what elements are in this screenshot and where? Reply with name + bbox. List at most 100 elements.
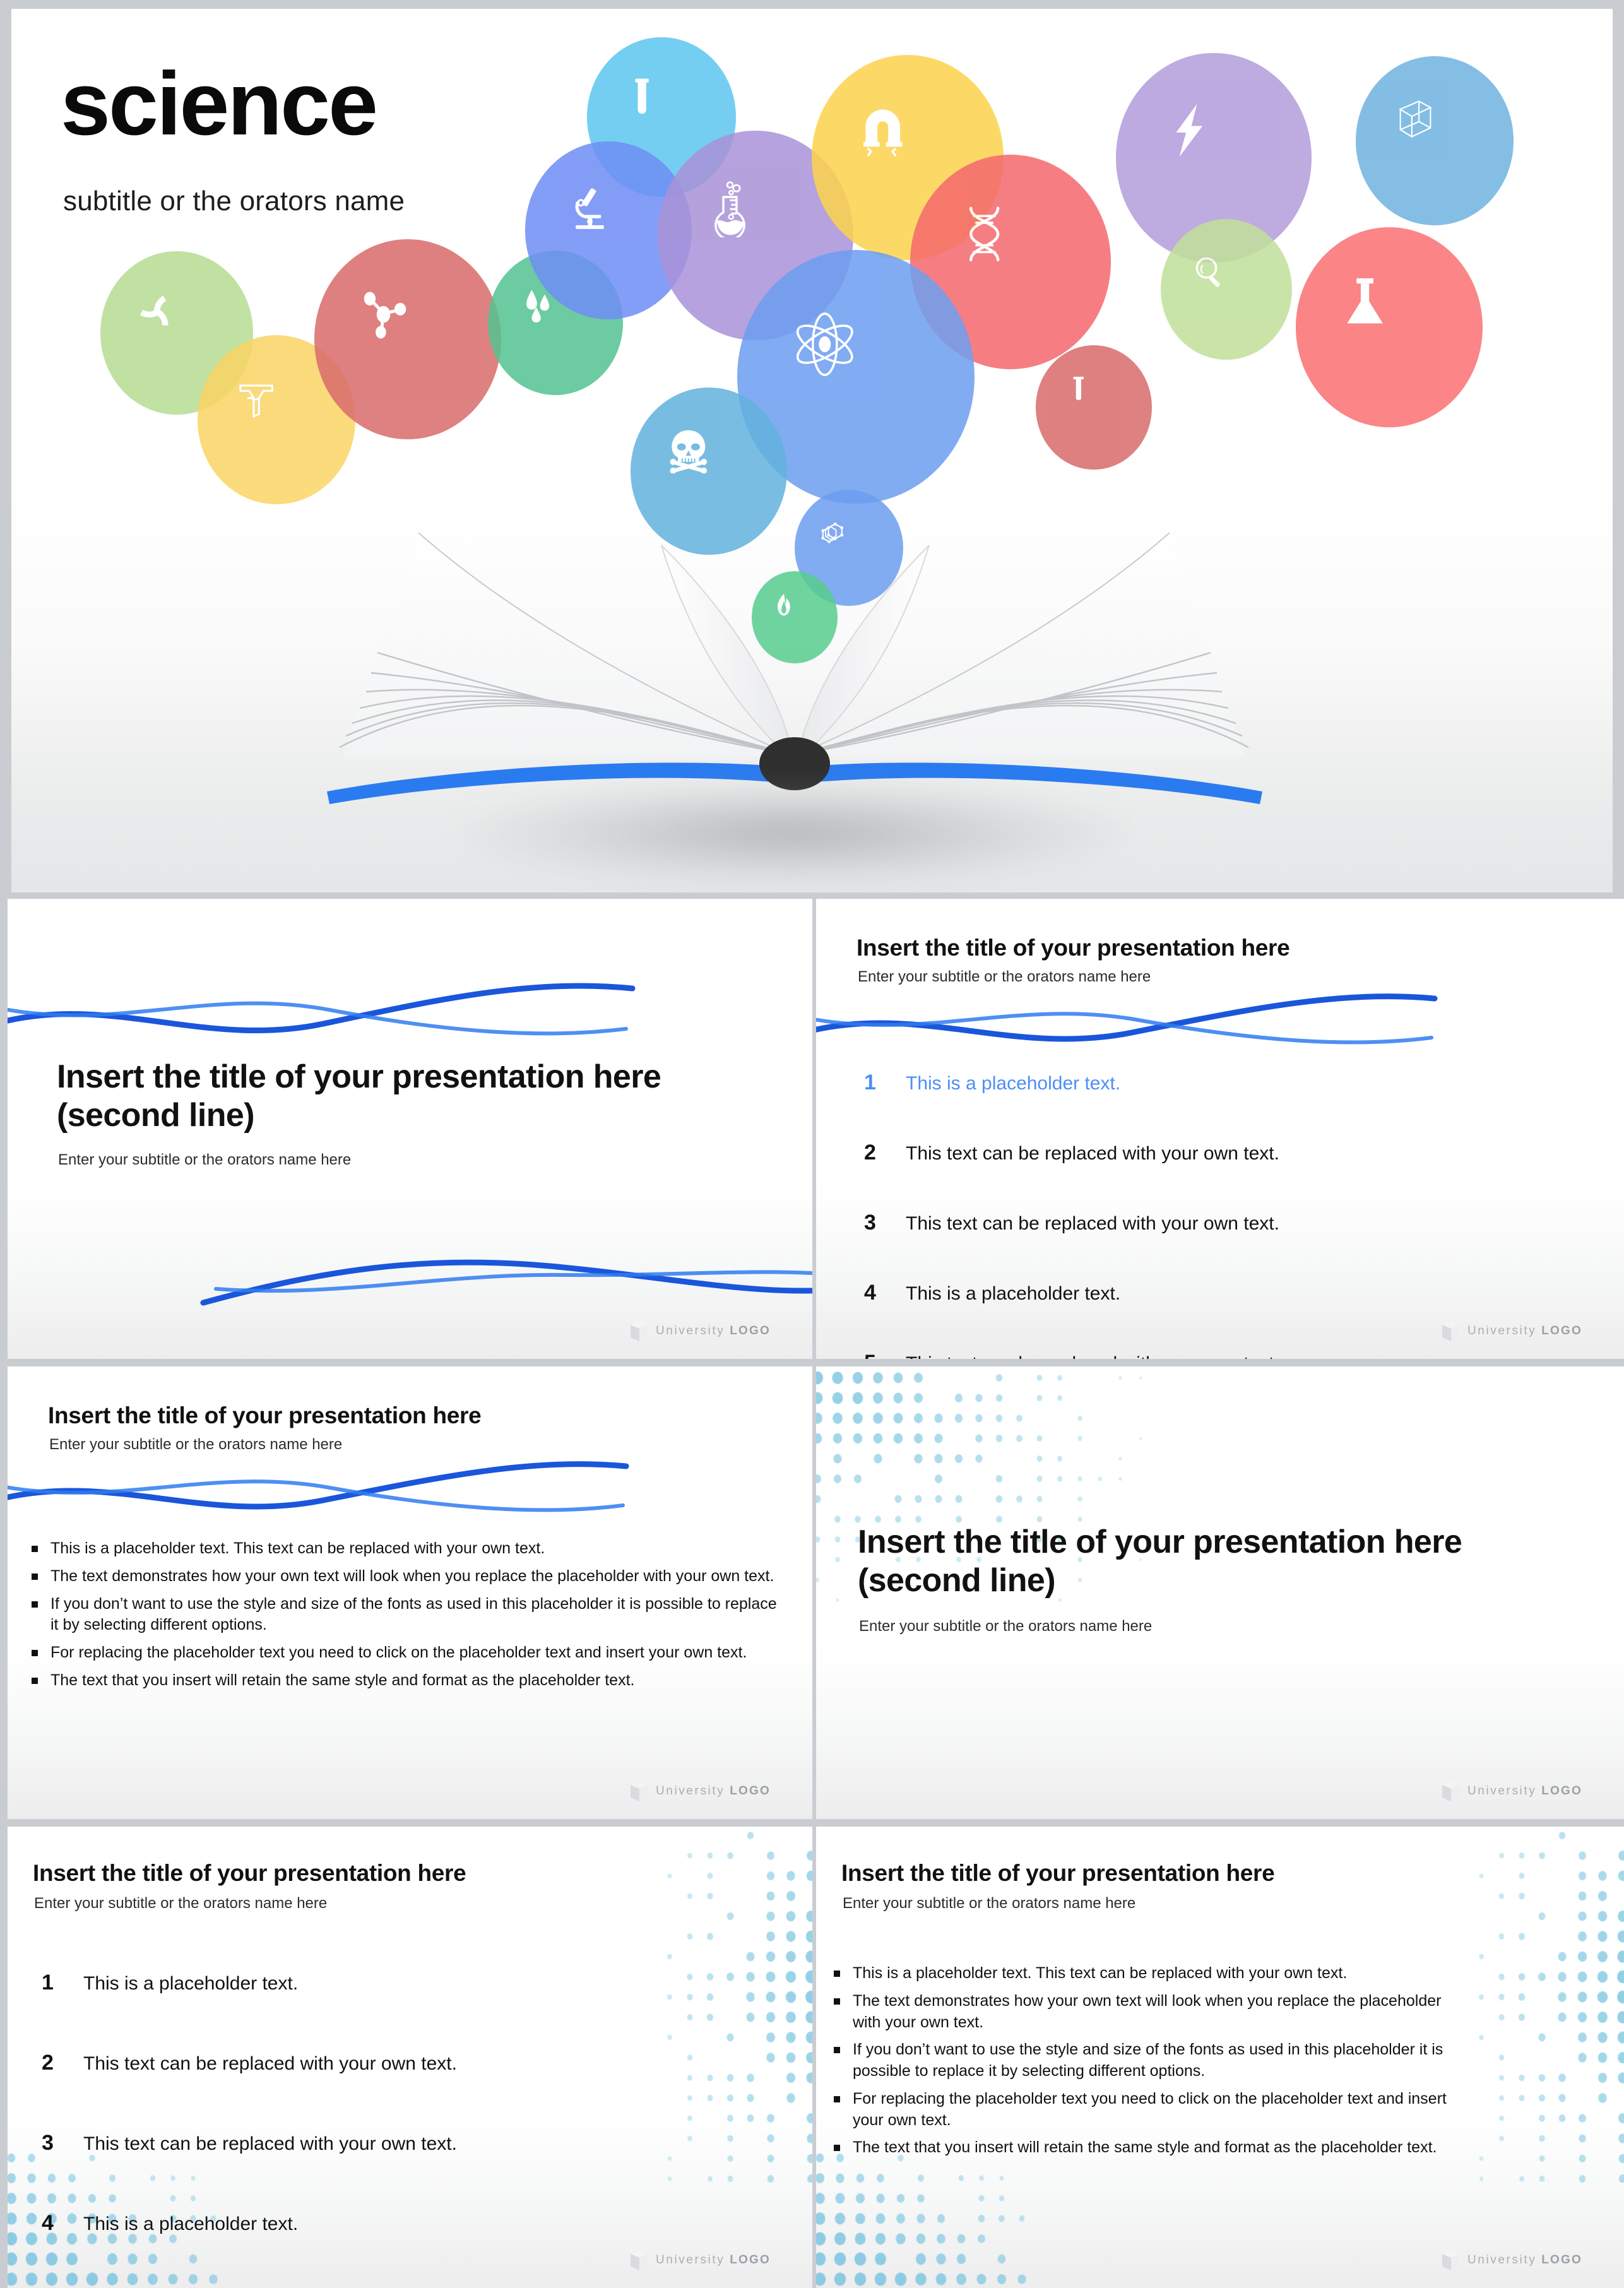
atom-icon [791, 309, 920, 446]
list-item-text: This text can be replaced with your own … [906, 1143, 1279, 1164]
list-item-text: This text can be replaced with your own … [83, 2053, 457, 2074]
bullet-text: The text that you insert will retain the… [853, 2138, 1437, 2157]
cube-logo-icon [1442, 1321, 1459, 1341]
list-number: 4 [864, 1281, 876, 1305]
slide-subtitle: Enter your subtitle or the orators name … [34, 1895, 328, 1912]
presentation-template-sheet: science subtitle or the orators name Ins… [0, 0, 1624, 2288]
open-book-illustration [283, 507, 1305, 886]
erlenmeyer-icon [1339, 273, 1440, 381]
numbered-list-item: 5This text can be replaced with your own… [864, 1351, 1558, 1359]
bullet-list-item: If you don’t want to use the style and s… [32, 1594, 783, 1637]
logo-text: University LOGO [655, 1324, 771, 1337]
list-number: 2 [864, 1141, 876, 1165]
benzene-icon [820, 516, 879, 579]
thermometer-icon [1062, 374, 1125, 441]
list-number: 3 [864, 1211, 876, 1235]
university-logo: University LOGO [628, 1779, 771, 1804]
slide-title-line2: (second line) [858, 1562, 1056, 1599]
slide-subtitle: Enter your subtitle or the orators name … [859, 1618, 1153, 1635]
hero-title: science [61, 54, 378, 154]
logo-text: University LOGO [655, 2253, 771, 2267]
bubble-skull-icon [631, 388, 787, 555]
bullet-list-item: The text that you insert will retain the… [32, 1670, 783, 1692]
numbered-list-item: 4 This is a placeholder text. [864, 1281, 1558, 1305]
numbered-list-item: 3 This text can be replaced with your own… [42, 2131, 711, 2155]
university-logo: University LOGO [1440, 2248, 1582, 2273]
university-logo: University LOGO [628, 2248, 771, 2273]
halftone-dots-right [1475, 1829, 1624, 2183]
bullet-text: The text demonstrates how your own text … [853, 1991, 1442, 2031]
bubble-cube-wireframe-icon [1356, 56, 1514, 225]
bubble-thermometer-icon [1036, 345, 1152, 470]
cube-logo-icon [1442, 2250, 1459, 2270]
slide-subtitle: Enter your subtitle or the orators name … [858, 968, 1151, 985]
bullet-square-icon [834, 1971, 853, 1977]
cube-logo-icon [1442, 1781, 1459, 1801]
funnel-icon [234, 374, 319, 465]
bubble-magnifier-icon [1161, 219, 1292, 360]
magnifier-icon [1191, 251, 1262, 327]
slide-subtitle: Enter your subtitle or the orators name … [843, 1895, 1136, 1912]
list-number: 3 [42, 2131, 54, 2155]
bullet-list-item: For replacing the placeholder text you n… [834, 2089, 1465, 2131]
slide-grid: Insert the title of your presentation he… [0, 899, 1624, 2288]
slide-title: Insert the title of your presentation he… [856, 935, 1290, 961]
bubble-flame-icon [752, 571, 838, 663]
slide-title: Insert the title of your presentation he… [33, 1860, 466, 1886]
bullet-list-item: This is a placeholder text. This text ca… [834, 1963, 1465, 1984]
slide-title: Insert the title of your presentation he… [48, 1402, 482, 1428]
list-item-text: This text can be replaced with your own … [906, 1353, 1279, 1359]
slide-numbered-five[interactable]: Insert the title of your presentation he… [812, 899, 1624, 1359]
bullet-text: This is a placeholder text. This text ca… [853, 1964, 1348, 1982]
slide-title-line1: Insert the title of your presentation he… [57, 1058, 661, 1095]
slide-title-line1: Insert the title of your presentation he… [858, 1524, 1462, 1560]
list-number: 4 [42, 2211, 54, 2235]
slide-numbered-four[interactable]: Insert the title of your presentation he… [0, 1819, 812, 2288]
cube-logo-icon [630, 2250, 647, 2270]
numbered-list-item: 2 This text can be replaced with your own… [864, 1141, 1558, 1165]
bullet-list: This is a placeholder text. This text ca… [834, 1963, 1465, 2165]
radioactive-icon [136, 289, 218, 377]
slide-bullets-waves[interactable]: Insert the title of your presentation he… [0, 1359, 812, 1819]
numbered-list-item: 4 This is a placeholder text. [42, 2211, 711, 2236]
bullet-square-icon [32, 1601, 50, 1608]
bullet-list-item: The text demonstrates how your own text … [834, 1991, 1465, 2034]
bullet-square-icon [32, 1650, 50, 1656]
cube-logo-icon [630, 1321, 647, 1341]
numbered-list-item: 2 This text can be replaced with your own… [42, 2051, 711, 2075]
flame-icon [771, 592, 817, 642]
numbered-list-item: 3 This text can be replaced with your own… [864, 1211, 1558, 1235]
list-item-text: This is a placeholder text. [906, 1073, 1121, 1094]
microscope-icon [564, 182, 654, 279]
bubble-erlenmeyer-icon [1296, 227, 1483, 427]
slide-bullets-dots[interactable]: Insert the title of your presentation he… [812, 1819, 1624, 2288]
halftone-dots-bottomleft [816, 2152, 1028, 2288]
bullet-square-icon [834, 2145, 853, 2152]
wave-decoration [8, 1461, 629, 1512]
logo-text: University LOGO [1467, 1324, 1582, 1337]
list-number: 1 [864, 1070, 876, 1094]
slide-title: Insert the title of your presentation he… [57, 1058, 663, 1135]
numbered-list-item: 1 This is a placeholder text. [42, 1971, 711, 1995]
hero-slide[interactable]: science subtitle or the orators name [11, 9, 1613, 892]
university-logo: University LOGO [628, 1319, 771, 1344]
slide-title-waves[interactable]: Insert the title of your presentation he… [0, 899, 812, 1359]
cube-logo-icon [630, 1781, 647, 1801]
bullet-text: This is a placeholder text. This text ca… [50, 1539, 545, 1557]
slide-title-line2: (second line) [57, 1097, 255, 1134]
lightning-icon [1161, 101, 1266, 214]
book-shadow [453, 779, 1135, 886]
list-item-text: This text can be replaced with your own … [906, 1213, 1279, 1234]
logo-text: University LOGO [1467, 2253, 1582, 2267]
bullet-square-icon [32, 1677, 50, 1684]
bullet-square-icon [32, 1546, 50, 1552]
bullet-square-icon [834, 2047, 853, 2054]
list-item-text: This is a placeholder text. [83, 2214, 299, 2234]
logo-text: University LOGO [655, 1784, 771, 1798]
slide-subtitle: Enter your subtitle or the orators name … [49, 1436, 343, 1453]
slide-title-dots[interactable]: Insert the title of your presentation he… [812, 1359, 1624, 1819]
bubble-molecule-icon [314, 239, 501, 439]
logo-text: University LOGO [1467, 1784, 1582, 1798]
bullet-list-item: This is a placeholder text. This text ca… [32, 1538, 783, 1560]
hero-subtitle: subtitle or the orators name [63, 186, 405, 216]
